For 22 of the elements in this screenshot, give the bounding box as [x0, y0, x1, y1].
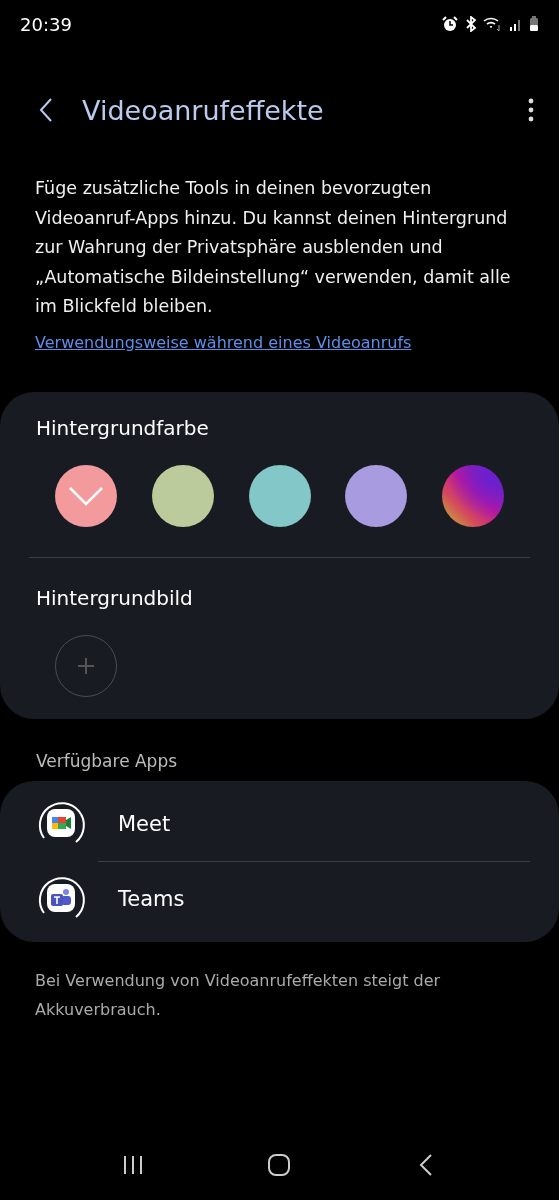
recent-apps-icon — [122, 1155, 145, 1175]
plus-icon — [77, 656, 95, 675]
battery-note: Bei Verwendung von Videoanrufeffekten steigt der Akkuverbrauch. — [35, 969, 442, 1021]
section-header: Verfügbare Apps — [36, 750, 178, 771]
back-icon — [39, 97, 53, 123]
app-name: Teams — [118, 886, 185, 911]
app-row[interactable]: Teams — [0, 861, 559, 936]
section-label: Hintergrundbild — [36, 585, 193, 610]
page-title: Videoanrufeffekte — [82, 94, 325, 126]
app-name: Meet — [118, 811, 171, 836]
back-icon — [418, 1153, 433, 1177]
alarm-icon — [441, 16, 459, 32]
battery-icon — [529, 16, 539, 32]
home-icon — [267, 1153, 292, 1177]
section-label: Hintergrundfarbe — [36, 415, 209, 440]
help-link[interactable]: Verwendungsweise während eines Videoanrufs — [35, 332, 412, 352]
status-time: 20:39 — [20, 13, 72, 35]
wifi-icon — [483, 16, 503, 32]
more-options-icon — [528, 98, 534, 122]
description-text: Füge zusätzliche Tools in deinen bevorzugten Videoanruf-Apps hinzu. Du kannst deinen Hintergrund zur Wahrung der Privatsphäre ausblenden und „Automatische Bildeinstellung“ verwenden, damit alle im Blickfeld bleiben. — [35, 177, 512, 318]
app-row[interactable]: Meet — [0, 786, 559, 861]
bluetooth-icon — [465, 16, 477, 32]
